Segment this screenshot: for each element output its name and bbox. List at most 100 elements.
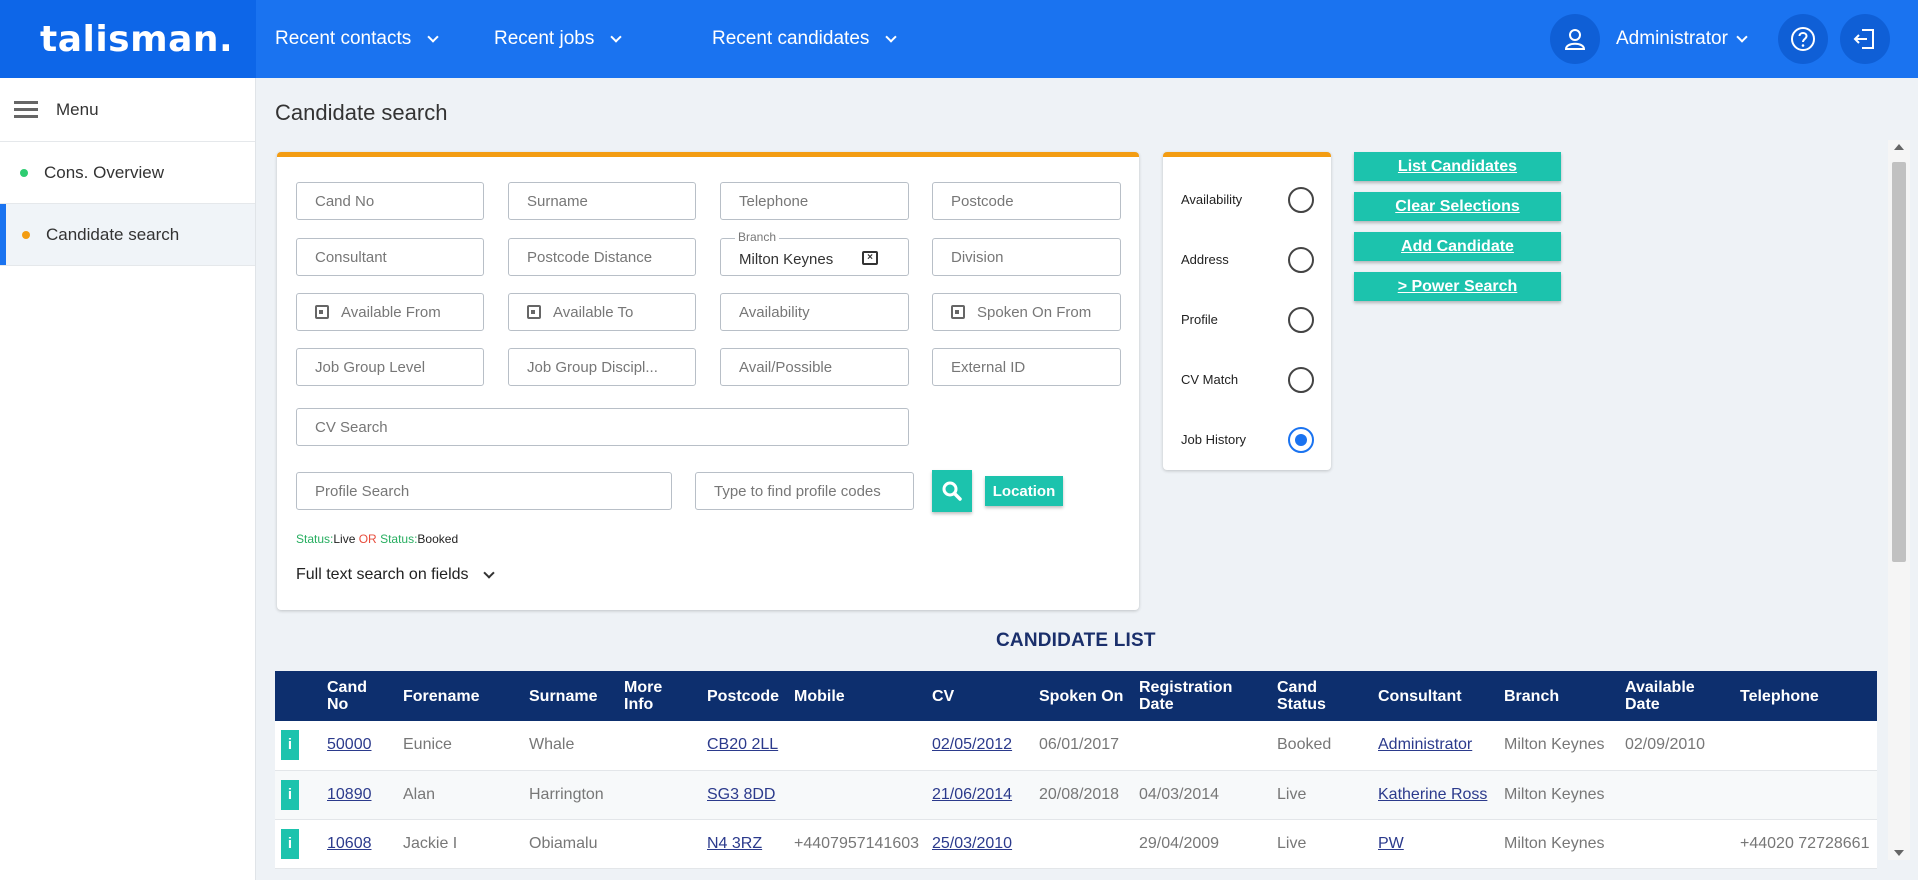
page-scrollbar[interactable] <box>1888 140 1910 860</box>
candidate-table: Cand No Forename Surname More Info Postc… <box>275 671 1877 869</box>
user-avatar-button[interactable] <box>1550 14 1600 64</box>
clear-branch-icon[interactable]: × <box>862 251 878 265</box>
postcode-distance-field[interactable]: Postcode Distance <box>508 238 696 276</box>
avail-possible-field[interactable]: Avail/Possible <box>720 348 909 386</box>
cand-no-field[interactable]: Cand No <box>296 182 484 220</box>
recent-jobs-menu[interactable]: Recent jobs <box>494 0 623 78</box>
column-header[interactable]: Cand Status <box>1271 671 1372 721</box>
option-availability-radio[interactable] <box>1288 187 1314 213</box>
postcode-link[interactable]: SG3 8DD <box>707 786 775 803</box>
available-cell: 02/09/2010 <box>1619 721 1734 771</box>
cv-search-field[interactable]: CV Search <box>296 408 909 446</box>
table-row[interactable]: i 10608 Jackie I Obiamalu N4 3RZ +440795… <box>275 819 1877 869</box>
help-button[interactable] <box>1778 14 1828 64</box>
sidebar-item-cons-overview[interactable]: Cons. Overview <box>0 142 255 204</box>
recent-contacts-menu[interactable]: Recent contacts <box>275 0 439 78</box>
column-header[interactable]: Available Date <box>1619 671 1734 721</box>
option-availability-label: Availability <box>1181 192 1243 207</box>
search-button[interactable] <box>932 470 972 512</box>
clear-selections-button[interactable]: Clear Selections <box>1354 192 1561 221</box>
column-header[interactable]: Registration Date <box>1133 671 1271 721</box>
status-value: Booked <box>417 532 459 546</box>
option-profile-radio[interactable] <box>1288 307 1314 333</box>
consultant-field[interactable]: Consultant <box>296 238 484 276</box>
cand-no-link[interactable]: 50000 <box>327 736 372 753</box>
available-to-field[interactable]: Available To <box>508 293 696 331</box>
option-address-radio[interactable] <box>1288 247 1314 273</box>
surname-field[interactable]: Surname <box>508 182 696 220</box>
external-id-field[interactable]: External ID <box>932 348 1121 386</box>
postcode-link[interactable]: CB20 2LL <box>707 736 778 753</box>
reg-date-cell: 04/03/2014 <box>1133 770 1271 820</box>
scroll-down-icon[interactable] <box>1894 850 1904 856</box>
app-logo[interactable]: talisman. <box>0 0 256 78</box>
user-menu[interactable]: Administrator <box>1616 0 1748 78</box>
column-header[interactable]: Branch <box>1498 671 1619 721</box>
cv-link[interactable]: 02/05/2012 <box>932 736 1012 753</box>
sidebar: Menu Cons. Overview Candidate search <box>0 78 256 880</box>
column-header[interactable]: More Info <box>618 671 701 721</box>
sidebar-item-candidate-search[interactable]: Candidate search <box>0 204 255 266</box>
column-header[interactable]: Telephone <box>1734 671 1877 721</box>
location-button[interactable]: Location <box>985 476 1063 506</box>
column-header[interactable]: Forename <box>397 671 523 721</box>
cv-link[interactable]: 25/03/2010 <box>932 835 1012 852</box>
branch-select[interactable]: Branch Milton Keynes × <box>720 230 909 276</box>
profile-codes-field[interactable]: Type to find profile codes <box>695 472 914 510</box>
column-header[interactable]: Cand No <box>321 671 397 721</box>
info-button[interactable]: i <box>281 779 299 810</box>
scroll-up-icon[interactable] <box>1894 144 1904 150</box>
info-button[interactable]: i <box>281 828 299 859</box>
more-info-cell <box>618 819 701 869</box>
status-dot-icon <box>20 168 28 177</box>
availability-field[interactable]: Availability <box>720 293 909 331</box>
full-text-search-toggle[interactable]: Full text search on fields <box>296 566 495 584</box>
scrollbar-thumb[interactable] <box>1892 162 1906 562</box>
placeholder: Type to find profile codes <box>714 482 881 500</box>
cand-no-cell: 10608 <box>321 819 397 869</box>
job-group-discipline-field[interactable]: Job Group Discipl... <box>508 348 696 386</box>
chevron-down-icon <box>610 31 623 43</box>
recent-candidates-menu[interactable]: Recent candidates <box>712 0 898 78</box>
column-header[interactable]: Spoken On <box>1033 671 1133 721</box>
consultant-link[interactable]: Katherine Ross <box>1378 786 1487 803</box>
spoken-on-from-field[interactable]: Spoken On From <box>932 293 1121 331</box>
option-profile-label: Profile <box>1181 312 1218 327</box>
spoken-on-cell <box>1033 819 1133 869</box>
surname-cell: Harrington <box>523 770 618 820</box>
column-header[interactable]: Postcode <box>701 671 788 721</box>
add-candidate-button[interactable]: Add Candidate <box>1354 232 1561 261</box>
cand-no-link[interactable]: 10890 <box>327 786 372 803</box>
info-button[interactable]: i <box>281 730 299 761</box>
column-header[interactable]: CV <box>926 671 1033 721</box>
postcode-field[interactable]: Postcode <box>932 182 1121 220</box>
profile-search-field[interactable]: Profile Search <box>296 472 672 510</box>
logout-button[interactable] <box>1840 14 1890 64</box>
forename-cell: Jackie I <box>397 819 523 869</box>
full-text-label: Full text search on fields <box>296 566 469 583</box>
job-group-level-field[interactable]: Job Group Level <box>296 348 484 386</box>
list-candidates-button[interactable]: List Candidates <box>1354 152 1561 181</box>
table-row[interactable]: i 10890 Alan Harrington SG3 8DD 21/06/20… <box>275 770 1877 820</box>
consultant-link[interactable]: Administrator <box>1378 736 1472 753</box>
column-header[interactable]: Surname <box>523 671 618 721</box>
forename-cell: Eunice <box>397 721 523 771</box>
cv-link[interactable]: 21/06/2014 <box>932 786 1012 803</box>
status-cell: Live <box>1271 819 1372 869</box>
menu-toggle[interactable]: Menu <box>0 78 255 142</box>
available-from-field[interactable]: Available From <box>296 293 484 331</box>
placeholder: Profile Search <box>315 482 410 500</box>
cand-no-link[interactable]: 10608 <box>327 835 372 852</box>
postcode-link[interactable]: N4 3RZ <box>707 835 762 852</box>
division-field[interactable]: Division <box>932 238 1121 276</box>
telephone-field[interactable]: Telephone <box>720 182 909 220</box>
table-row[interactable]: i 50000 Eunice Whale CB20 2LL 02/05/2012… <box>275 721 1877 771</box>
column-header[interactable]: Consultant <box>1372 671 1498 721</box>
chevron-down-icon <box>885 31 898 43</box>
power-search-button[interactable]: > Power Search <box>1354 272 1561 301</box>
option-job-history-radio[interactable] <box>1288 427 1314 453</box>
option-cv-match-radio[interactable] <box>1288 367 1314 393</box>
recent-contacts-label: Recent contacts <box>275 28 412 49</box>
consultant-link[interactable]: PW <box>1378 835 1404 852</box>
column-header[interactable]: Mobile <box>788 671 926 721</box>
